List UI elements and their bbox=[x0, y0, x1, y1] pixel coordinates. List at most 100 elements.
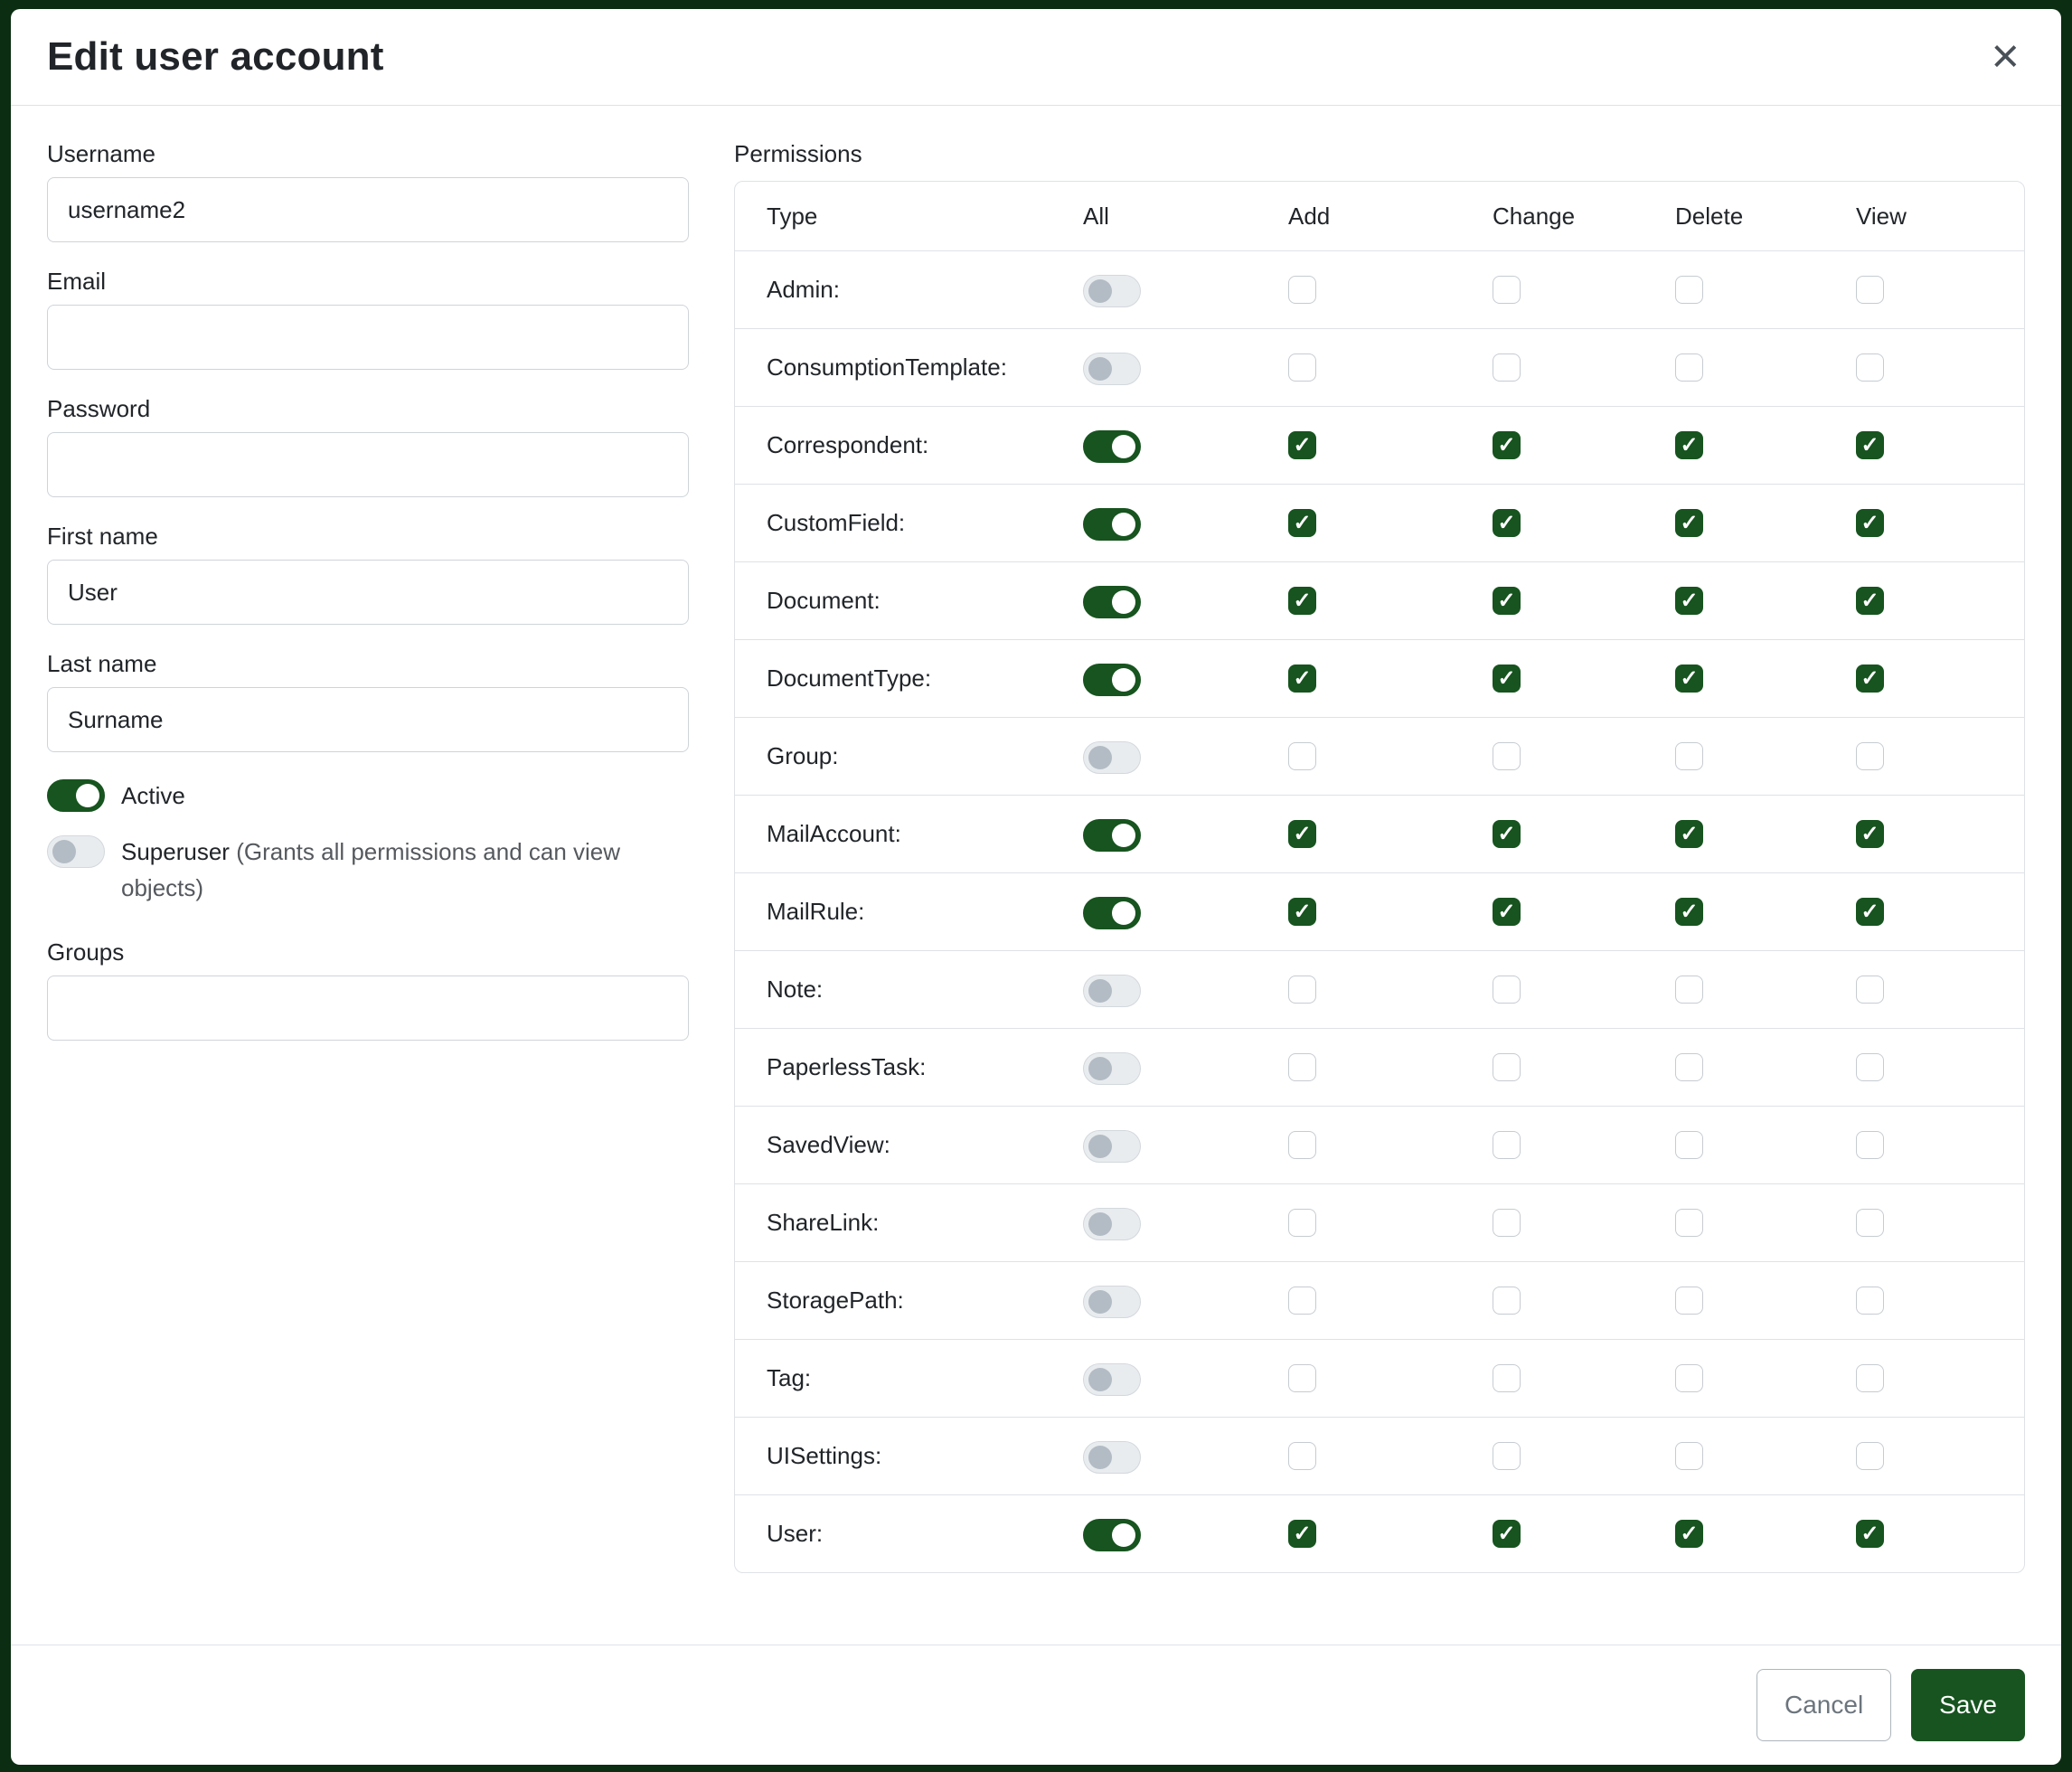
username-input[interactable] bbox=[47, 177, 689, 242]
perm-all-toggle[interactable] bbox=[1083, 1130, 1141, 1163]
password-input[interactable] bbox=[47, 432, 689, 497]
perm-add-checkbox[interactable] bbox=[1288, 431, 1316, 459]
perm-add-checkbox[interactable] bbox=[1288, 587, 1316, 615]
perm-add-checkbox[interactable] bbox=[1288, 1364, 1316, 1392]
perm-add-checkbox[interactable] bbox=[1288, 1131, 1316, 1159]
perm-add-checkbox[interactable] bbox=[1288, 1287, 1316, 1315]
first-name-field-group: First name bbox=[47, 523, 689, 625]
close-icon[interactable]: × bbox=[1985, 37, 2025, 76]
perm-delete-checkbox[interactable] bbox=[1675, 1131, 1703, 1159]
perm-delete-checkbox[interactable] bbox=[1675, 431, 1703, 459]
toggle-knob bbox=[1088, 1212, 1112, 1236]
perm-delete-checkbox[interactable] bbox=[1675, 1287, 1703, 1315]
perm-all-toggle[interactable] bbox=[1083, 275, 1141, 307]
perm-change-checkbox[interactable] bbox=[1493, 976, 1521, 1004]
perm-delete-checkbox[interactable] bbox=[1675, 509, 1703, 537]
perm-change-checkbox[interactable] bbox=[1493, 1287, 1521, 1315]
perm-view-checkbox[interactable] bbox=[1856, 976, 1884, 1004]
perm-all-toggle[interactable] bbox=[1083, 1441, 1141, 1474]
perm-add-checkbox[interactable] bbox=[1288, 1209, 1316, 1237]
perm-all-toggle[interactable] bbox=[1083, 819, 1141, 852]
perm-view-checkbox[interactable] bbox=[1856, 353, 1884, 382]
perm-delete-checkbox[interactable] bbox=[1675, 898, 1703, 926]
perm-change-checkbox[interactable] bbox=[1493, 664, 1521, 693]
perm-delete-checkbox[interactable] bbox=[1675, 1364, 1703, 1392]
perm-all-toggle[interactable] bbox=[1083, 664, 1141, 696]
perm-view-checkbox[interactable] bbox=[1856, 1209, 1884, 1237]
perm-change-checkbox[interactable] bbox=[1493, 353, 1521, 382]
perm-change-checkbox[interactable] bbox=[1493, 820, 1521, 848]
perm-add-checkbox[interactable] bbox=[1288, 664, 1316, 693]
perm-all-toggle[interactable] bbox=[1083, 508, 1141, 541]
perm-view-checkbox[interactable] bbox=[1856, 431, 1884, 459]
perm-all-toggle[interactable] bbox=[1083, 975, 1141, 1007]
toggle-knob bbox=[1112, 824, 1135, 847]
perm-delete-checkbox[interactable] bbox=[1675, 276, 1703, 304]
perm-view-checkbox[interactable] bbox=[1856, 276, 1884, 304]
perm-view-checkbox[interactable] bbox=[1856, 1364, 1884, 1392]
perm-view-checkbox[interactable] bbox=[1856, 820, 1884, 848]
perm-all-toggle[interactable] bbox=[1083, 586, 1141, 618]
perm-view-checkbox[interactable] bbox=[1856, 1520, 1884, 1548]
perm-all-toggle[interactable] bbox=[1083, 1052, 1141, 1085]
perm-add-checkbox[interactable] bbox=[1288, 509, 1316, 537]
perm-all-toggle[interactable] bbox=[1083, 1208, 1141, 1240]
perm-add-checkbox[interactable] bbox=[1288, 742, 1316, 770]
perm-add-checkbox[interactable] bbox=[1288, 820, 1316, 848]
perm-add-checkbox[interactable] bbox=[1288, 1442, 1316, 1470]
perm-add-checkbox[interactable] bbox=[1288, 276, 1316, 304]
perm-delete-checkbox[interactable] bbox=[1675, 820, 1703, 848]
perm-change-checkbox[interactable] bbox=[1493, 431, 1521, 459]
perm-delete-checkbox[interactable] bbox=[1675, 1209, 1703, 1237]
perm-change-checkbox[interactable] bbox=[1493, 1131, 1521, 1159]
perm-delete-checkbox[interactable] bbox=[1675, 1520, 1703, 1548]
perm-all-toggle[interactable] bbox=[1083, 353, 1141, 385]
perm-view-checkbox[interactable] bbox=[1856, 1442, 1884, 1470]
perm-change-checkbox[interactable] bbox=[1493, 1442, 1521, 1470]
perm-view-checkbox[interactable] bbox=[1856, 664, 1884, 693]
perm-delete-checkbox[interactable] bbox=[1675, 664, 1703, 693]
last-name-input[interactable] bbox=[47, 687, 689, 752]
perm-change-checkbox[interactable] bbox=[1493, 587, 1521, 615]
perm-view-checkbox[interactable] bbox=[1856, 1287, 1884, 1315]
perm-add-checkbox[interactable] bbox=[1288, 353, 1316, 382]
save-button[interactable]: Save bbox=[1911, 1669, 2025, 1741]
perm-add-checkbox[interactable] bbox=[1288, 898, 1316, 926]
perm-delete-checkbox[interactable] bbox=[1675, 353, 1703, 382]
perm-view-checkbox[interactable] bbox=[1856, 898, 1884, 926]
perm-delete-checkbox[interactable] bbox=[1675, 587, 1703, 615]
perm-delete-checkbox[interactable] bbox=[1675, 1442, 1703, 1470]
email-input[interactable] bbox=[47, 305, 689, 370]
active-toggle[interactable] bbox=[47, 779, 105, 812]
perm-change-checkbox[interactable] bbox=[1493, 276, 1521, 304]
perm-view-checkbox[interactable] bbox=[1856, 742, 1884, 770]
perm-change-checkbox[interactable] bbox=[1493, 1364, 1521, 1392]
permission-type-label: DocumentType: bbox=[767, 664, 1083, 693]
perm-change-checkbox[interactable] bbox=[1493, 1520, 1521, 1548]
perm-delete-checkbox[interactable] bbox=[1675, 1053, 1703, 1081]
groups-select[interactable] bbox=[47, 976, 689, 1041]
superuser-toggle[interactable] bbox=[47, 835, 105, 868]
perm-all-toggle[interactable] bbox=[1083, 741, 1141, 774]
perm-add-checkbox[interactable] bbox=[1288, 1053, 1316, 1081]
first-name-input[interactable] bbox=[47, 560, 689, 625]
perm-view-checkbox[interactable] bbox=[1856, 1053, 1884, 1081]
perm-add-checkbox[interactable] bbox=[1288, 1520, 1316, 1548]
perm-change-checkbox[interactable] bbox=[1493, 898, 1521, 926]
perm-all-toggle[interactable] bbox=[1083, 1363, 1141, 1396]
perm-add-checkbox[interactable] bbox=[1288, 976, 1316, 1004]
perm-all-toggle[interactable] bbox=[1083, 897, 1141, 929]
perm-delete-checkbox[interactable] bbox=[1675, 742, 1703, 770]
perm-change-checkbox[interactable] bbox=[1493, 509, 1521, 537]
perm-change-checkbox[interactable] bbox=[1493, 1053, 1521, 1081]
cancel-button[interactable]: Cancel bbox=[1756, 1669, 1891, 1741]
perm-all-toggle[interactable] bbox=[1083, 1286, 1141, 1318]
perm-all-toggle[interactable] bbox=[1083, 1519, 1141, 1551]
perm-view-checkbox[interactable] bbox=[1856, 1131, 1884, 1159]
perm-delete-checkbox[interactable] bbox=[1675, 976, 1703, 1004]
perm-change-checkbox[interactable] bbox=[1493, 742, 1521, 770]
perm-change-checkbox[interactable] bbox=[1493, 1209, 1521, 1237]
perm-view-checkbox[interactable] bbox=[1856, 509, 1884, 537]
perm-view-checkbox[interactable] bbox=[1856, 587, 1884, 615]
perm-all-toggle[interactable] bbox=[1083, 430, 1141, 463]
